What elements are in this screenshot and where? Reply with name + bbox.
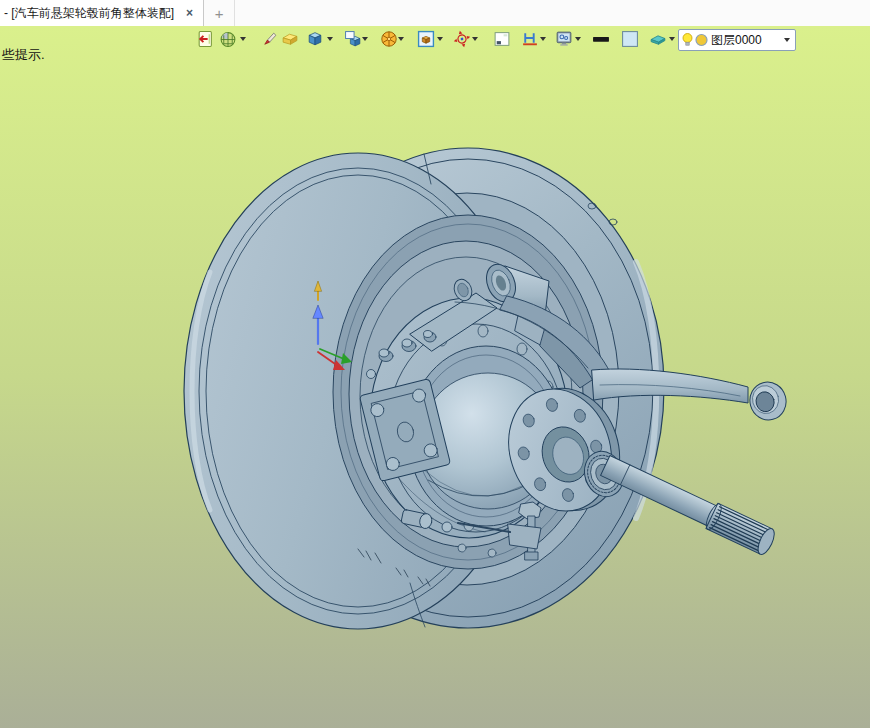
view-toolbar: 图层0000 [0,26,870,52]
layer-slab-dropdown[interactable] [669,37,675,41]
document-tab[interactable]: - [汽车前悬架轮毂前角整体装配] × [0,0,204,26]
document-tab-label: - [汽车前悬架轮毂前角整体装配] [4,5,174,22]
new-tab-button[interactable]: + [204,0,235,26]
shaded-cube-icon[interactable] [306,30,324,48]
ruler-dropdown[interactable] [540,37,546,41]
brush-icon[interactable] [260,30,278,48]
render-mode-dropdown[interactable] [240,37,246,41]
cad-application-window: - [汽车前悬架轮毂前角整体装配] × + 些提示. [0,0,870,728]
orbit-dropdown[interactable] [472,37,478,41]
render-mode-icon[interactable] [219,30,237,48]
isometric-slab-icon[interactable] [281,30,299,48]
layer-combo-dropdown[interactable] [784,38,790,42]
shaded-cube-dropdown[interactable] [327,37,333,41]
bulb-icon [681,32,694,48]
line-width-icon[interactable] [592,30,610,48]
color-swatch-icon[interactable] [621,30,639,48]
cube-window-icon[interactable] [344,30,362,48]
layer-combo[interactable]: 图层0000 [678,29,796,51]
wheel-pie-icon[interactable] [380,30,398,48]
wheel-pie-dropdown[interactable] [398,37,404,41]
display-panel-icon[interactable] [493,30,511,48]
cube-window-dropdown[interactable] [362,37,368,41]
layer-combo-value: 图层0000 [711,32,784,49]
framed-cube-zoom-icon[interactable] [417,30,435,48]
layer-color-icon [694,32,709,48]
layer-slab-icon[interactable] [649,30,667,48]
document-tab-bar: - [汽车前悬架轮毂前角整体装配] × + [0,0,870,26]
ruler-icon[interactable] [521,30,539,48]
exit-icon[interactable] [196,30,214,48]
wheel-hub-model[interactable] [0,26,870,728]
monitor-icon[interactable] [555,30,573,48]
orbit-locate-icon[interactable] [453,30,471,48]
monitor-dropdown[interactable] [575,37,581,41]
framed-cube-dropdown[interactable] [437,37,443,41]
tab-close-icon[interactable]: × [186,6,193,20]
viewport-canvas[interactable]: 些提示. [0,26,870,728]
